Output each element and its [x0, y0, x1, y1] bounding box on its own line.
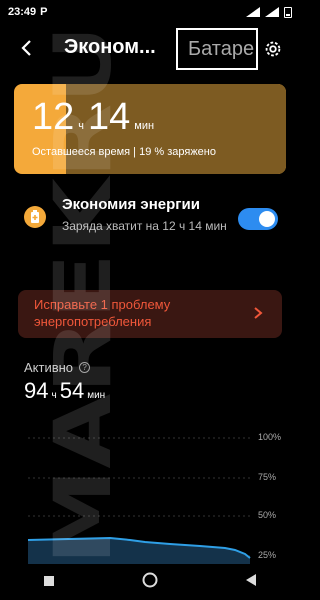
- back-nav-button[interactable]: [246, 573, 256, 591]
- triangle-back-icon: [246, 574, 256, 586]
- page-title: Эконом...: [64, 36, 156, 58]
- remaining-time: 12 ч 14 мин: [32, 96, 154, 139]
- active-label-row: Активно ?: [24, 360, 91, 375]
- saver-subtitle: Заряда хватит на 12 ч 14 мин: [62, 219, 227, 233]
- battery-time-card: 12 ч 14 мин Оставшееся время | 19 % заря…: [14, 84, 286, 174]
- fix-problem-label: Исправьте 1 проблему энергопотребления: [34, 297, 171, 329]
- hours-unit: ч: [78, 120, 85, 132]
- tick-25: 25%: [258, 550, 277, 560]
- circle-icon: [142, 572, 158, 587]
- status-bar: 23:49 P: [0, 0, 300, 24]
- active-hours: 94: [24, 378, 49, 403]
- battery-chart: 100% 75% 50% 25%: [0, 424, 300, 564]
- tick-100: 100%: [258, 432, 282, 442]
- signal-icon-2: [265, 7, 279, 17]
- tab-battery[interactable]: Батаре: [176, 28, 258, 70]
- chart-svg: [27, 437, 251, 564]
- home-button[interactable]: [142, 572, 158, 593]
- power-saver-row[interactable]: Экономия энергии Заряда хватит на 12 ч 1…: [0, 194, 300, 248]
- battery-icon: [284, 6, 292, 18]
- back-button[interactable]: [14, 36, 38, 60]
- nav-bar: [0, 564, 300, 600]
- signal-icon: [246, 7, 260, 17]
- active-label: Активно: [24, 360, 74, 375]
- power-saver-toggle[interactable]: [238, 208, 278, 230]
- chevron-right-icon: [254, 307, 263, 319]
- help-icon[interactable]: ?: [79, 362, 91, 373]
- saver-title: Экономия энергии: [62, 196, 200, 213]
- fix-problem-button[interactable]: Исправьте 1 проблему энергопотребления: [18, 290, 282, 338]
- battery-plus-icon: [24, 206, 46, 228]
- tick-50: 50%: [258, 510, 277, 520]
- card-subtitle: Оставшееся время | 19 % заряжено: [32, 146, 216, 158]
- status-icons: [246, 6, 292, 18]
- header: Эконом... Батаре: [0, 28, 300, 70]
- status-time: 23:49: [8, 6, 37, 18]
- minutes-unit: мин: [134, 120, 155, 132]
- square-icon: [44, 576, 54, 586]
- tick-75: 75%: [258, 472, 277, 482]
- gear-icon[interactable]: [262, 38, 284, 60]
- active-hours-unit: ч: [51, 390, 57, 401]
- active-minutes: 54: [59, 378, 85, 403]
- active-time: 94 ч 54 мин: [24, 378, 105, 404]
- chevron-left-icon: [21, 40, 31, 56]
- remaining-hours: 12: [32, 96, 75, 138]
- remaining-minutes: 14: [88, 96, 131, 138]
- recent-apps-button[interactable]: [44, 573, 54, 591]
- carrier-icon: P: [40, 6, 48, 18]
- active-minutes-unit: мин: [87, 390, 106, 401]
